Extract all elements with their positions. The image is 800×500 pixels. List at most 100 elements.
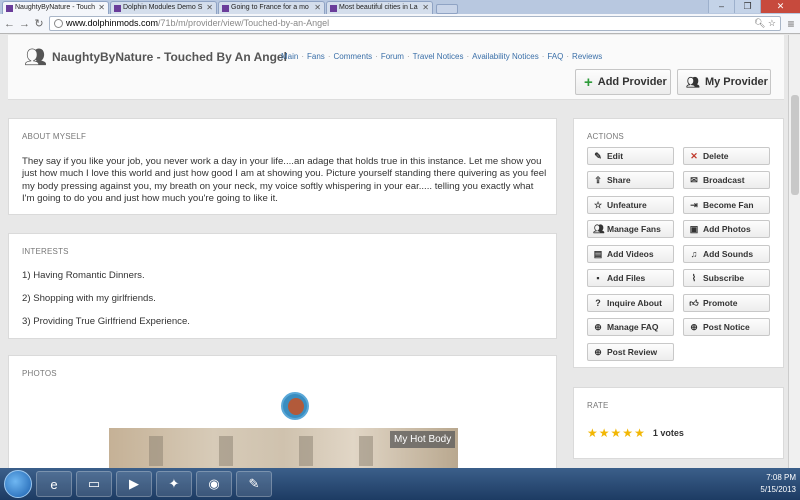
- photos-heading: PHOTOS: [22, 369, 57, 378]
- tab-title: Most beautiful cities in La: [339, 4, 418, 11]
- vertical-scrollbar[interactable]: [788, 35, 800, 468]
- close-window-button[interactable]: ✕: [760, 0, 800, 13]
- question-icon: ?: [595, 298, 601, 308]
- thumbs-up-icon: 👍︎: [689, 297, 699, 308]
- nav-link-availability-notices[interactable]: Availability Notices: [472, 52, 539, 61]
- edit-button[interactable]: ✎ Edit: [587, 147, 674, 165]
- browser-tab[interactable]: Going to France for a mo ✕: [218, 1, 325, 14]
- chrome-icon[interactable]: ◉: [196, 471, 232, 497]
- star-icon[interactable]: ★: [587, 426, 598, 440]
- reload-icon[interactable]: ↻: [34, 17, 44, 30]
- start-button[interactable]: [4, 470, 32, 498]
- forward-icon[interactable]: →: [19, 18, 30, 30]
- edit-icon: ✎: [594, 150, 602, 161]
- nav-link-forum[interactable]: Forum: [381, 52, 404, 61]
- favicon-icon: [330, 4, 337, 12]
- plus-icon: +: [584, 73, 593, 91]
- unfeature-button[interactable]: ☆ Unfeature: [587, 196, 674, 214]
- nav-link-comments[interactable]: Comments: [333, 52, 372, 61]
- browser-tab[interactable]: NaughtyByNature - Touch ✕: [2, 1, 109, 14]
- film-icon: ▤: [593, 248, 603, 259]
- become-fan-button[interactable]: ⇥ Become Fan: [683, 196, 770, 214]
- paperclip-icon: ⌇: [691, 272, 697, 283]
- interests-heading: INTERESTS: [22, 247, 69, 256]
- favicon-icon: [114, 4, 121, 12]
- star-icon[interactable]: ★: [622, 426, 633, 440]
- subscribe-button[interactable]: ⌇ Subscribe: [683, 269, 770, 287]
- nav-link-faq[interactable]: FAQ: [547, 52, 563, 61]
- browser-tab[interactable]: Dolphin Modules Demo S ✕: [110, 1, 217, 14]
- users-icon: 👥︎: [593, 223, 605, 234]
- window-controls: – ❐ ✕: [708, 0, 800, 13]
- close-tab-icon[interactable]: ✕: [98, 2, 105, 14]
- photos-card: PHOTOS My Hot Body: [8, 355, 557, 468]
- url-input[interactable]: www.dolphinmods.com/71b/m/provider/view/…: [49, 16, 781, 31]
- rate-heading: RATE: [587, 401, 609, 410]
- about-heading: ABOUT MYSELF: [22, 132, 87, 141]
- interests-card: INTERESTS 1) Having Romantic Dinners. 2)…: [8, 233, 557, 339]
- post-notice-button[interactable]: ⊕ Post Notice: [683, 318, 770, 336]
- os-taskbar: e ▭ ▶ ✦ ◉ ✎ 7:08 PM 5/15/2013: [0, 468, 800, 500]
- music-icon: ♫: [690, 249, 698, 259]
- provider-header: 👥︎ NaughtyByNature - Touched By An Angel…: [8, 35, 784, 100]
- ie-icon[interactable]: e: [36, 471, 72, 497]
- broadcast-icon: ✉: [690, 174, 698, 185]
- my-provider-label: My Provider: [704, 76, 768, 88]
- promote-button[interactable]: 👍︎ Promote: [683, 294, 770, 312]
- media-player-icon[interactable]: ▶: [116, 471, 152, 497]
- nav-link-main[interactable]: Main: [281, 52, 298, 61]
- page-viewport: 👥︎ NaughtyByNature - Touched By An Angel…: [0, 35, 788, 468]
- add-provider-button[interactable]: + Add Provider: [575, 69, 671, 95]
- add-provider-label: Add Provider: [597, 76, 667, 88]
- star-icon[interactable]: ★: [599, 426, 610, 440]
- nav-link-travel-notices[interactable]: Travel Notices: [413, 52, 464, 61]
- my-provider-button[interactable]: 👥︎ My Provider: [677, 69, 771, 95]
- rating-stars[interactable]: ★ ★ ★ ★ ★ 1 votes: [587, 426, 684, 440]
- inquire-about-button[interactable]: ? Inquire About: [587, 294, 674, 312]
- maximize-button[interactable]: ❐: [734, 0, 760, 13]
- users-icon: 👥︎: [686, 76, 700, 89]
- star-icon[interactable]: ★: [611, 426, 622, 440]
- manage-fans-button[interactable]: 👥︎ Manage Fans: [587, 220, 674, 238]
- close-tab-icon[interactable]: ✕: [422, 2, 429, 14]
- add-sounds-button[interactable]: ♫ Add Sounds: [683, 245, 770, 263]
- folder-icon[interactable]: ▭: [76, 471, 112, 497]
- app-icon[interactable]: ✦: [156, 471, 192, 497]
- browser-tab[interactable]: Most beautiful cities in La ✕: [326, 1, 433, 14]
- nav-link-fans[interactable]: Fans: [307, 52, 325, 61]
- system-tray: 7:08 PM 5/15/2013: [760, 472, 796, 496]
- add-videos-button[interactable]: ▤ Add Videos: [587, 245, 674, 263]
- manage-faq-button[interactable]: ⊕ Manage FAQ: [587, 318, 674, 336]
- new-tab-button[interactable]: [436, 4, 458, 14]
- star-icon[interactable]: ★: [634, 426, 645, 440]
- clock-time[interactable]: 7:08 PM: [760, 472, 796, 484]
- post-review-button[interactable]: ⊕ Post Review: [587, 343, 674, 361]
- plus-circle-icon: ⊕: [594, 346, 602, 357]
- back-icon[interactable]: ←: [4, 18, 15, 30]
- delete-button[interactable]: ✕ Delete: [683, 147, 770, 165]
- avatar[interactable]: [281, 392, 309, 420]
- photo-caption: My Hot Body: [390, 431, 456, 448]
- paint-icon[interactable]: ✎: [236, 471, 272, 497]
- tab-title: NaughtyByNature - Touch: [15, 4, 96, 11]
- broadcast-button[interactable]: ✉ Broadcast: [683, 171, 770, 189]
- photo-thumbnail[interactable]: My Hot Body: [109, 428, 458, 468]
- scrollbar-thumb[interactable]: [791, 95, 799, 195]
- add-photos-button[interactable]: ▣ Add Photos: [683, 220, 770, 238]
- sign-in-icon: ⇥: [690, 199, 698, 210]
- nav-link-reviews[interactable]: Reviews: [572, 52, 602, 61]
- delete-icon: ✕: [690, 150, 698, 161]
- list-item: 3) Providing True Girlfriend Experience.: [22, 316, 190, 327]
- about-card: ABOUT MYSELF They say if you like your j…: [8, 118, 557, 215]
- close-tab-icon[interactable]: ✕: [314, 2, 321, 14]
- menu-icon[interactable]: ≡: [786, 17, 796, 31]
- favicon-icon: [222, 4, 229, 12]
- zoom-icon[interactable]: 🔍︎ ☆: [754, 17, 776, 30]
- share-button[interactable]: ⇪ Share: [587, 171, 674, 189]
- minimize-button[interactable]: –: [708, 0, 734, 13]
- page-title: NaughtyByNature - Touched By An Angel: [52, 50, 287, 64]
- close-tab-icon[interactable]: ✕: [206, 2, 213, 14]
- actions-heading: ACTIONS: [587, 132, 624, 141]
- add-files-button[interactable]: ▪ Add Files: [587, 269, 674, 287]
- clock-date: 5/15/2013: [760, 485, 796, 494]
